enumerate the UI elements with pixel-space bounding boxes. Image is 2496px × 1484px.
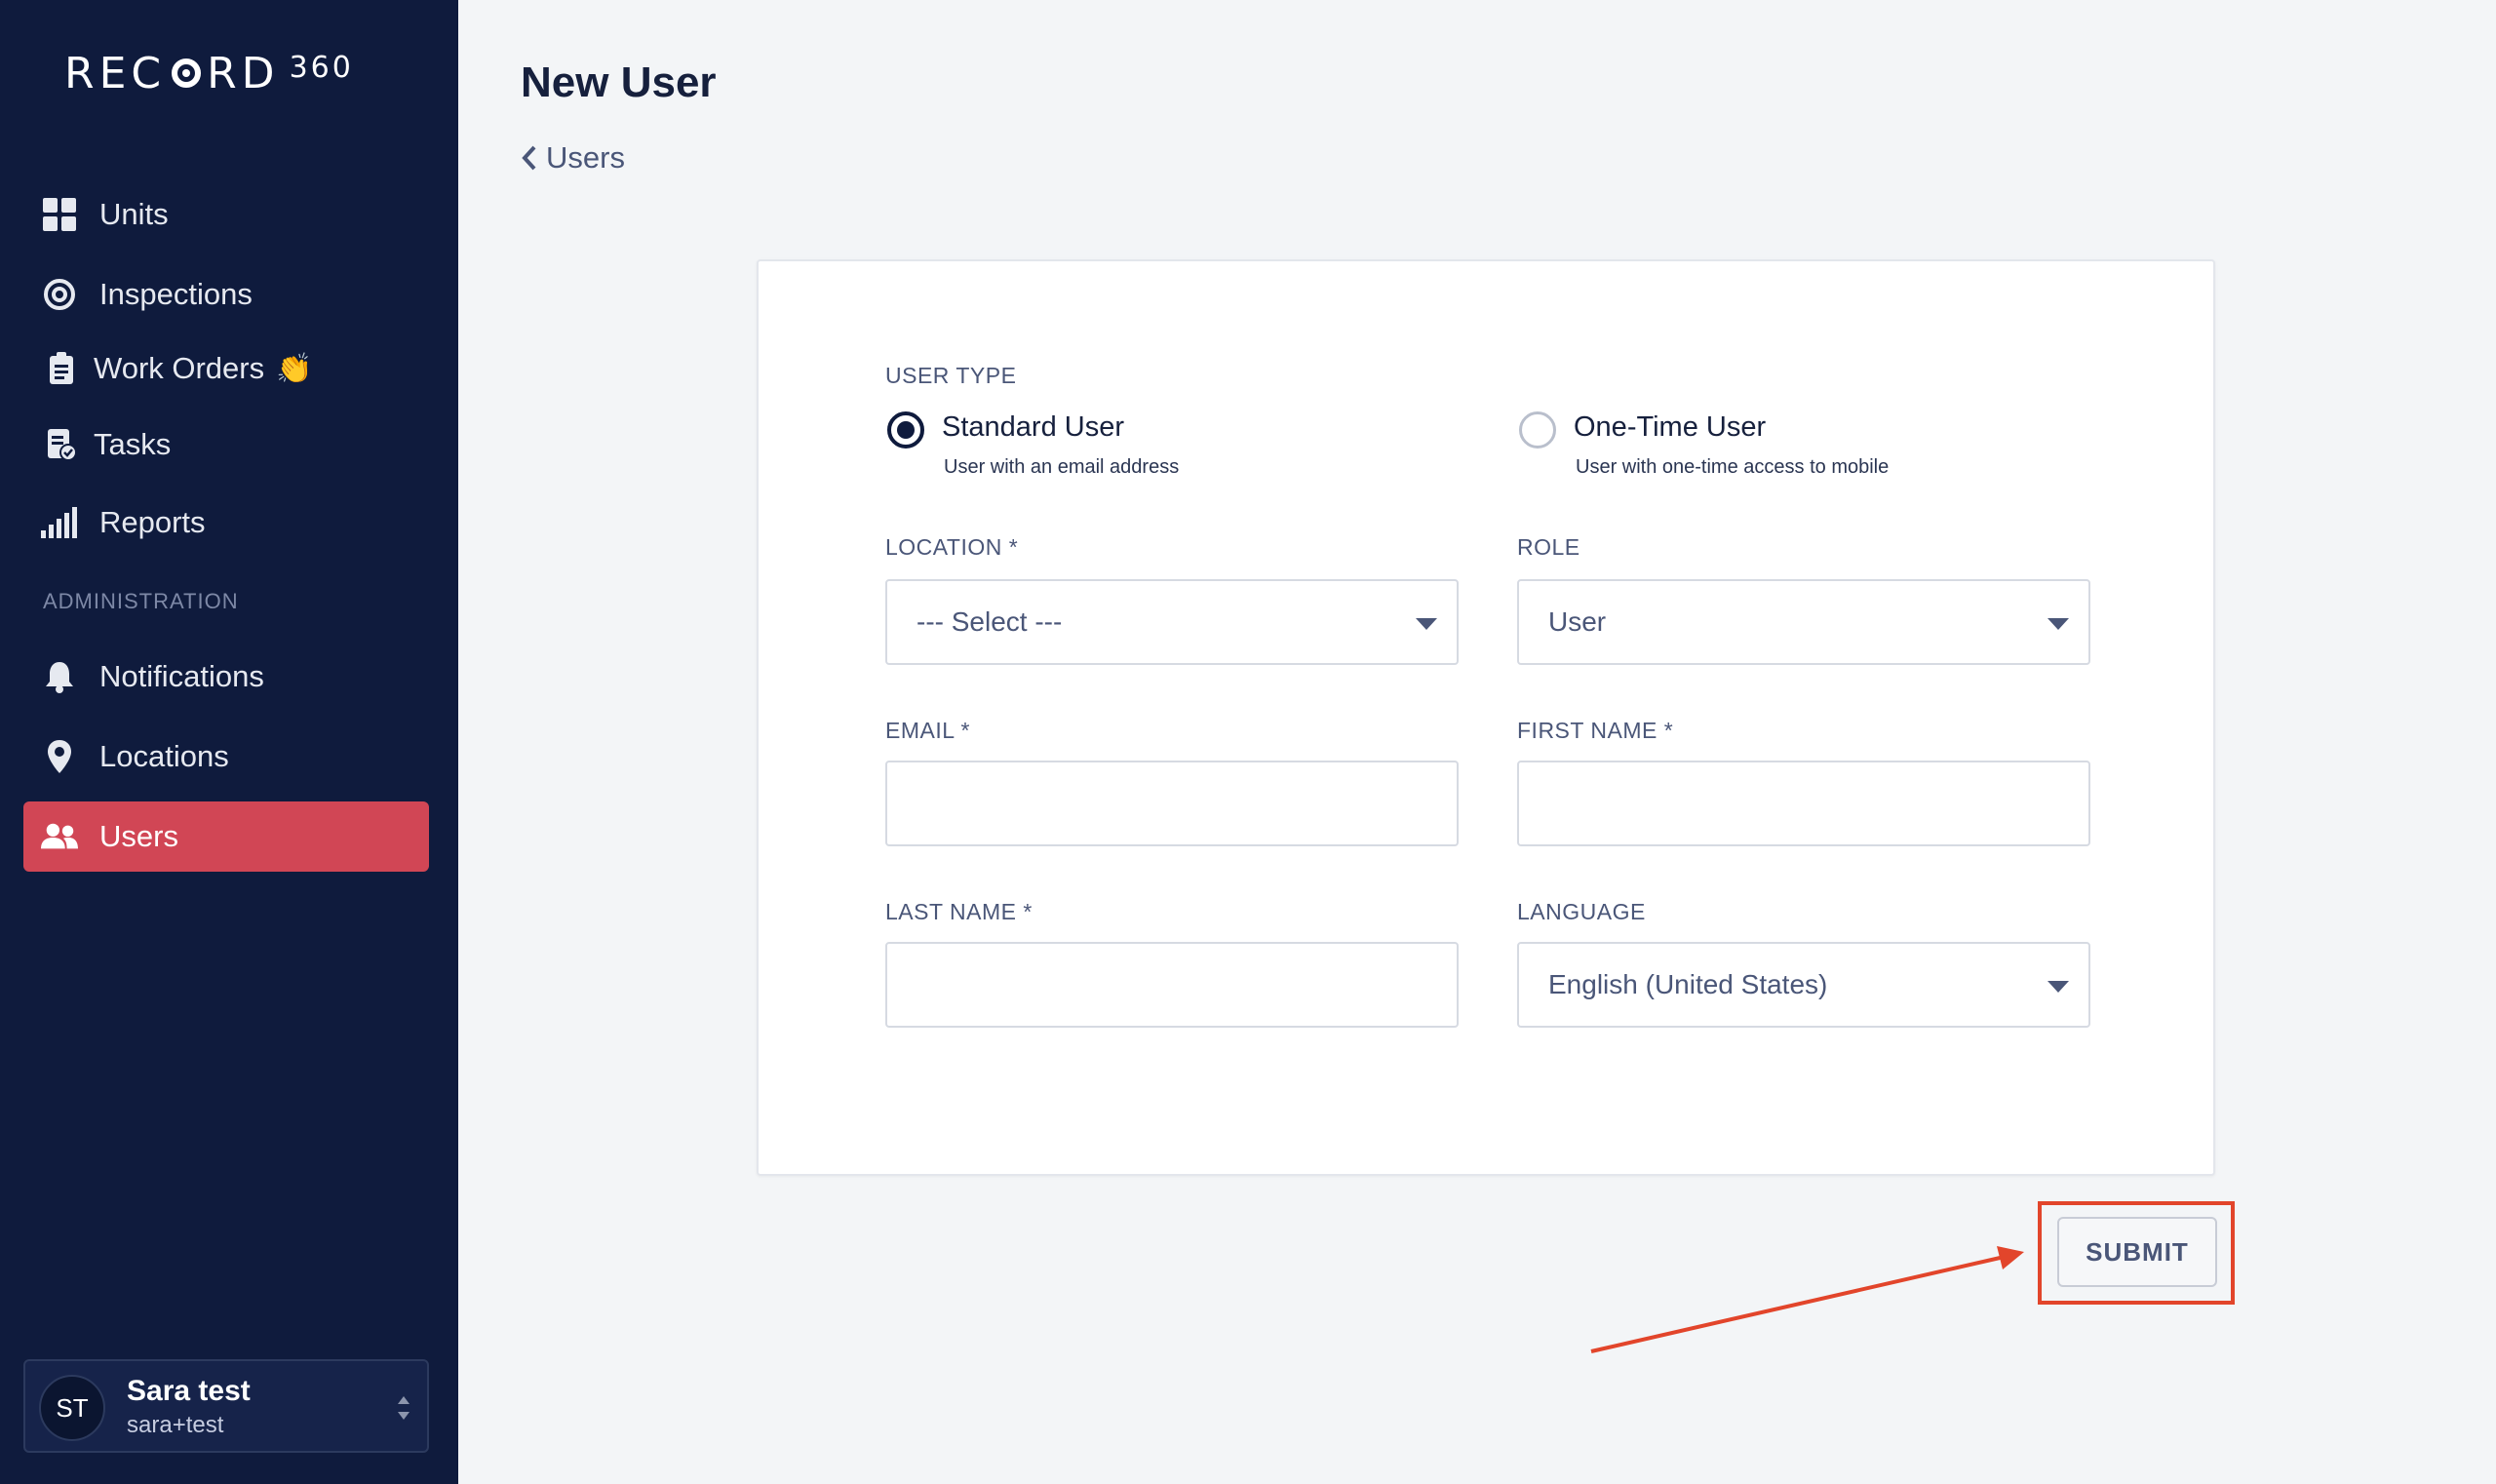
sidebar-item-locations[interactable]: Locations — [23, 722, 429, 792]
sidebar-item-units[interactable]: Units — [23, 179, 429, 250]
sidebar-item-label: Notifications — [99, 659, 264, 693]
annotation-arrow-icon — [1590, 1246, 2024, 1353]
logo-text-start: REC — [64, 48, 167, 98]
logo-text-end: RD — [207, 48, 280, 98]
radio-one-time-user[interactable] — [1519, 411, 1556, 449]
clapping-hands-icon: 👏 — [276, 352, 313, 385]
breadcrumb-label: Users — [546, 140, 625, 175]
location-select[interactable]: --- Select --- — [885, 579, 1459, 665]
sidebar: REC RD 360 Units Inspections Work Orders… — [0, 0, 458, 1484]
location-label: LOCATION * — [885, 534, 1019, 560]
last-name-label: LAST NAME * — [885, 899, 1033, 924]
sidebar-item-label: Tasks — [94, 427, 172, 461]
grid-icon — [41, 196, 78, 233]
task-icon — [47, 426, 76, 463]
avatar: ST — [39, 1375, 105, 1441]
language-select[interactable]: English (United States) — [1517, 942, 2090, 1028]
map-pin-icon — [41, 738, 78, 775]
logo-ring-icon — [172, 59, 202, 88]
first-name-label: FIRST NAME * — [1517, 718, 1674, 743]
sidebar-item-label: Users — [99, 819, 178, 853]
chevron-left-icon — [522, 145, 536, 171]
sidebar-item-work-orders[interactable]: Work Orders 👏 — [23, 333, 429, 404]
breadcrumb-back-link[interactable]: Users — [521, 140, 625, 176]
logo[interactable]: REC RD 360 — [64, 49, 354, 98]
submit-button[interactable]: SUBMIT — [2057, 1217, 2217, 1287]
page-title: New User — [521, 59, 717, 106]
user-account-switcher[interactable]: ST Sara test sara+test — [23, 1359, 429, 1453]
sidebar-item-users[interactable]: Users — [23, 801, 429, 872]
users-icon — [41, 818, 78, 855]
radio-one-time-user-title: One-Time User — [1574, 411, 1767, 443]
sidebar-item-notifications[interactable]: Notifications — [23, 642, 429, 712]
bell-icon — [41, 658, 78, 695]
signal-bars-icon — [41, 504, 78, 541]
user-type-label: USER TYPE — [885, 363, 1017, 388]
language-select-value: English (United States) — [1548, 969, 1828, 999]
sort-caret-icon — [398, 1396, 410, 1420]
sidebar-item-inspections[interactable]: Inspections — [23, 259, 429, 330]
chevron-down-icon — [2048, 618, 2069, 630]
email-label: EMAIL * — [885, 718, 971, 743]
sidebar-item-label: Locations — [99, 739, 229, 773]
first-name-field[interactable] — [1517, 761, 2090, 846]
radio-standard-user-title: Standard User — [942, 411, 1124, 443]
clipboard-icon — [47, 350, 76, 387]
user-email: sara+test — [127, 1412, 224, 1438]
new-user-form: USER TYPE Standard User User with an ema… — [757, 259, 2215, 1176]
sidebar-item-label: Reports — [99, 505, 206, 539]
last-name-field[interactable] — [885, 942, 1459, 1028]
user-name: Sara test — [127, 1375, 251, 1407]
location-select-value: --- Select --- — [916, 606, 1063, 637]
sidebar-item-label: Work Orders — [94, 351, 265, 385]
role-label: ROLE — [1517, 534, 1580, 560]
sidebar-item-label: Inspections — [99, 277, 253, 311]
section-label-administration: ADMINISTRATION — [43, 589, 239, 613]
email-field[interactable] — [885, 761, 1459, 846]
sidebar-item-tasks[interactable]: Tasks — [23, 410, 429, 480]
chevron-down-icon — [2048, 981, 2069, 993]
sidebar-item-reports[interactable]: Reports — [23, 488, 429, 558]
role-select[interactable]: User — [1517, 579, 2090, 665]
sidebar-item-label: Units — [99, 197, 169, 231]
radio-one-time-user-subtitle: User with one-time access to mobile — [1576, 456, 1890, 478]
target-icon — [41, 276, 78, 313]
language-label: LANGUAGE — [1517, 899, 1646, 924]
logo-superscript: 360 — [289, 50, 354, 85]
radio-standard-user-subtitle: User with an email address — [944, 456, 1180, 478]
radio-standard-user[interactable] — [887, 411, 924, 449]
role-select-value: User — [1548, 606, 1607, 637]
chevron-down-icon — [1416, 618, 1437, 630]
